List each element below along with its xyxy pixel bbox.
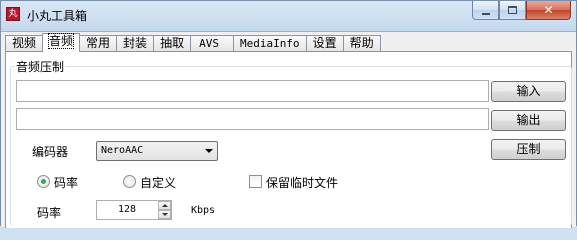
encoder-select[interactable]: NeroAAC <box>96 141 218 161</box>
title-bar[interactable]: 丸 小丸工具箱 ✕ <box>1 1 576 30</box>
tab-settings[interactable]: 设置 <box>305 35 344 52</box>
tab-video[interactable]: 视频 <box>5 35 44 52</box>
tab-label: AVS <box>199 37 219 50</box>
caption-buttons: ✕ <box>472 1 571 21</box>
keep-temp-label[interactable]: 保留临时文件 <box>266 174 338 191</box>
output-file-field[interactable] <box>16 108 489 130</box>
bitrate-stepper[interactable]: 128 <box>96 200 172 220</box>
encode-button[interactable]: 压制 <box>491 139 566 160</box>
maximize-button[interactable] <box>499 1 526 20</box>
app-window: 丸 小丸工具箱 ✕ 视频 音频 常用 封装 抽取 AVS MediaInfo 设… <box>0 0 577 228</box>
tab-extract[interactable]: 抽取 <box>153 35 192 52</box>
minimize-icon <box>481 12 490 15</box>
tab-common[interactable]: 常用 <box>79 35 118 52</box>
chevron-down-icon <box>205 149 213 153</box>
keep-temp-checkbox[interactable] <box>249 175 262 188</box>
bitrate-mode-label[interactable]: 码率 <box>54 174 78 191</box>
tab-mux[interactable]: 封装 <box>116 35 155 52</box>
bitrate-stepper-buttons <box>158 201 171 219</box>
window-title: 小丸工具箱 <box>27 9 88 23</box>
close-icon: ✕ <box>543 3 554 17</box>
output-button[interactable]: 输出 <box>491 110 566 131</box>
tab-label: 帮助 <box>349 36 374 50</box>
spin-up-icon[interactable] <box>158 201 171 210</box>
maximize-icon <box>508 6 517 14</box>
close-button[interactable]: ✕ <box>526 1 571 20</box>
bitrate-label: 码率 <box>37 206 62 220</box>
audio-tab-panel: 音频压制 输入 输出 编码器 NeroAAC 压制 码率 自定义 保留临时文件 … <box>5 51 572 228</box>
encoder-label: 编码器 <box>32 145 69 159</box>
app-icon[interactable]: 丸 <box>6 7 20 21</box>
spin-down-icon[interactable] <box>158 210 171 219</box>
bitrate-unit: Kbps <box>191 205 216 216</box>
tab-label: 常用 <box>86 36 111 50</box>
tab-label: 封装 <box>123 36 148 50</box>
input-button[interactable]: 输入 <box>491 81 566 102</box>
tab-label: 音频 <box>48 33 75 49</box>
tab-avs[interactable]: AVS <box>190 35 234 52</box>
tab-help[interactable]: 帮助 <box>342 35 381 52</box>
minimize-button[interactable] <box>472 1 499 20</box>
tab-label: 视频 <box>12 36 37 50</box>
tab-audio[interactable]: 音频 <box>42 33 81 52</box>
tab-label: MediaInfo <box>239 37 300 50</box>
input-file-field[interactable] <box>16 80 489 102</box>
encoder-value: NeroAAC <box>101 145 144 156</box>
bitrate-value: 128 <box>117 204 137 215</box>
custom-mode-radio[interactable] <box>123 175 136 188</box>
tab-mediainfo[interactable]: MediaInfo <box>232 35 307 52</box>
audio-group-title: 音频压制 <box>15 58 66 75</box>
tab-strip: 视频 音频 常用 封装 抽取 AVS MediaInfo 设置 帮助 <box>5 33 381 52</box>
bitrate-mode-radio[interactable] <box>37 175 50 188</box>
client-area: 视频 音频 常用 封装 抽取 AVS MediaInfo 设置 帮助 音频压制 … <box>1 31 576 228</box>
custom-mode-label[interactable]: 自定义 <box>140 174 176 191</box>
tab-label: 设置 <box>312 36 337 50</box>
tab-label: 抽取 <box>160 36 185 50</box>
